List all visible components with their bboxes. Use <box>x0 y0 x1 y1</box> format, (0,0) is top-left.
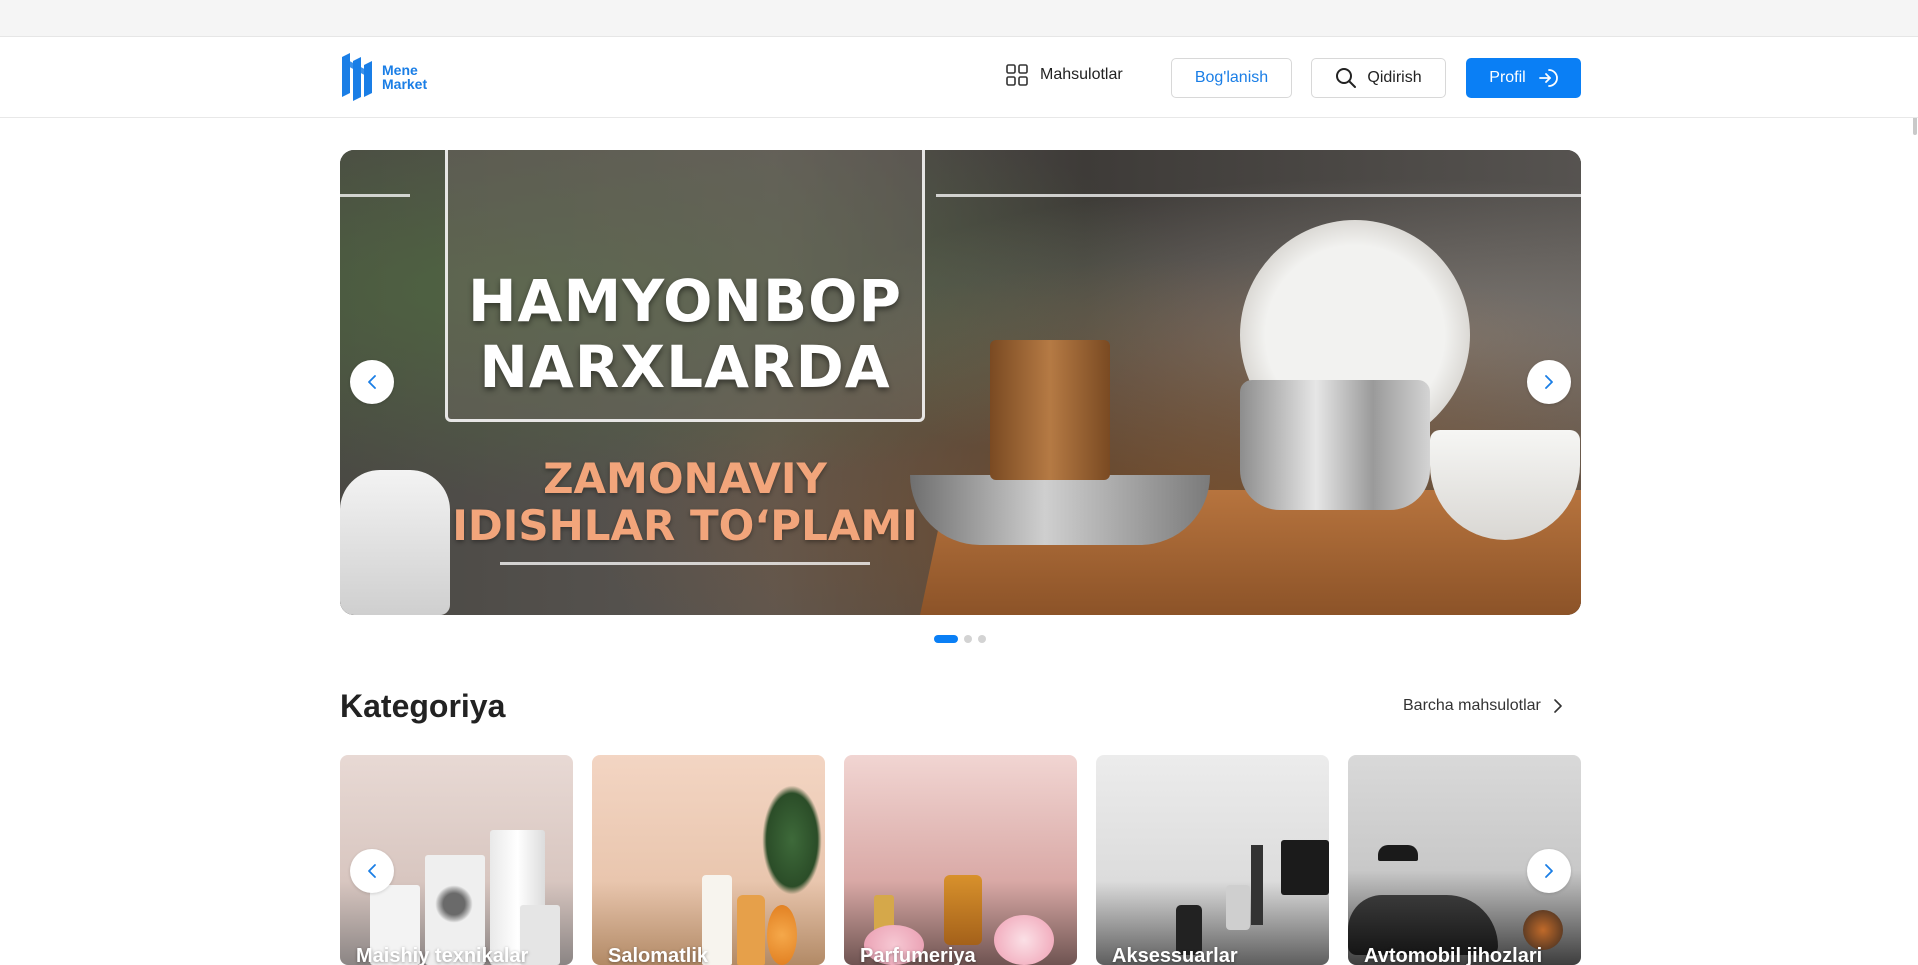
category-card-accessories[interactable]: Aksessuarlar <box>1096 755 1329 965</box>
brand-name: Mene Market <box>382 63 427 91</box>
health-image <box>762 785 822 895</box>
brand-logo[interactable]: Mene Market <box>340 53 427 101</box>
lamp-image <box>1251 845 1263 925</box>
banner-decor-line <box>340 194 410 197</box>
banner-subtitle-line1: ZAMONAVIY <box>543 454 827 503</box>
category-next-button[interactable] <box>1527 849 1571 893</box>
banner-utensil-holder-image <box>990 340 1110 480</box>
banner-decor-line <box>936 194 1581 197</box>
category-section-title: Kategoriya <box>340 688 506 724</box>
category-label: Avtomobil jihozlari <box>1364 945 1543 965</box>
flower-image <box>994 915 1054 965</box>
search-icon <box>1336 68 1357 88</box>
banner-decor-line <box>500 562 870 565</box>
chevron-right-icon <box>1545 864 1553 878</box>
perfume-bottle-image <box>944 875 982 945</box>
hero-banner[interactable]: HAMYONBOP NARXLARDA ZAMONAVIY IDISHLAR T… <box>340 150 1581 615</box>
all-products-link-label: Barcha mahsulotlar <box>1403 697 1541 714</box>
category-card-health[interactable]: Salomatlik <box>592 755 825 965</box>
banner-subtitle-line2: IDISHLAR TO‘PLAMI <box>452 501 918 550</box>
browser-top-strip <box>0 0 1918 37</box>
chevron-right-icon <box>1545 375 1553 389</box>
grid-icon <box>1006 64 1028 86</box>
brand-name-line2: Market <box>382 76 428 92</box>
site-header: Mene Market Mahsulotlar Bog'lanish Qidir… <box>0 37 1918 118</box>
category-card-perfumery[interactable]: Parfumeriya <box>844 755 1077 965</box>
health-image <box>767 905 797 965</box>
banner-next-button[interactable] <box>1527 360 1571 404</box>
chevron-right-icon <box>1554 699 1562 713</box>
category-label: Aksessuarlar <box>1112 945 1238 965</box>
category-label: Maishiy texnikalar <box>356 945 529 965</box>
banner-pan-image <box>910 475 1210 545</box>
profile-button[interactable]: Profil <box>1466 58 1581 98</box>
category-label: Salomatlik <box>608 945 709 965</box>
logo-mark-icon <box>342 53 372 101</box>
brand-name-line1: Mene <box>382 62 418 78</box>
profile-button-label: Profil <box>1489 69 1526 86</box>
category-prev-button[interactable] <box>350 849 394 893</box>
banner-prev-button[interactable] <box>350 360 394 404</box>
category-label: Parfumeriya <box>860 945 976 965</box>
banner-pot-image <box>1240 380 1430 510</box>
lamp-image <box>1378 845 1418 861</box>
search-button[interactable]: Qidirish <box>1311 58 1446 98</box>
health-image <box>737 895 765 965</box>
banner-dot-1[interactable] <box>934 635 958 643</box>
monitor-image <box>1281 840 1329 895</box>
login-icon <box>1538 69 1558 87</box>
search-button-label: Qidirish <box>1367 69 1422 86</box>
banner-title-line1: HAMYONBOP <box>468 267 902 335</box>
banner-dot-3[interactable] <box>978 635 986 643</box>
appliances-image <box>435 885 473 923</box>
helmet-image <box>1523 910 1563 950</box>
products-menu-label: Mahsulotlar <box>1040 66 1123 83</box>
chevron-left-icon <box>368 864 376 878</box>
phone-image <box>1226 885 1250 930</box>
contact-button[interactable]: Bog'lanish <box>1171 58 1292 98</box>
banner-dot-2[interactable] <box>964 635 972 643</box>
contact-button-label: Bog'lanish <box>1194 69 1269 86</box>
products-menu-button[interactable]: Mahsulotlar <box>1006 64 1123 86</box>
banner-pagination <box>934 635 986 643</box>
banner-title-line2: NARXLARDA <box>479 333 891 401</box>
all-products-link[interactable]: Barcha mahsulotlar <box>1403 697 1565 715</box>
chevron-left-icon <box>368 375 376 389</box>
